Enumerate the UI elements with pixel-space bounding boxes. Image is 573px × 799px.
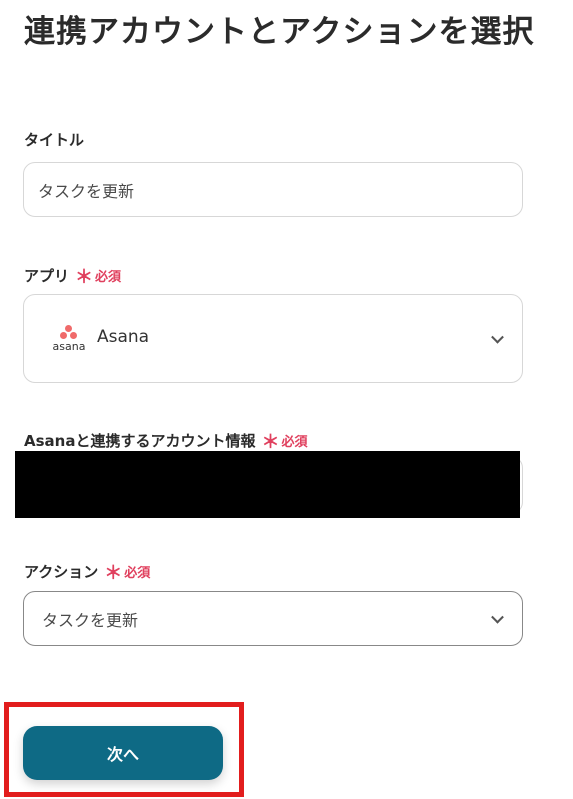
asana-logo-text: asana bbox=[52, 340, 86, 353]
title-input-value: タスクを更新 bbox=[38, 181, 135, 201]
required-star-icon: ＊ bbox=[104, 563, 123, 584]
title-input[interactable]: タスクを更新 bbox=[23, 162, 523, 217]
app-label: アプリ ＊必須 bbox=[24, 261, 122, 288]
app-select-value: Asana bbox=[97, 327, 150, 347]
action-label-text: アクション bbox=[24, 563, 99, 581]
page-title: 連携アカウントとアクションを選択 bbox=[24, 14, 535, 50]
title-label-text: タイトル bbox=[24, 131, 85, 149]
account-label: Asanaと連携するアカウント情報 ＊必須 bbox=[24, 426, 308, 453]
redacted-area bbox=[15, 451, 520, 518]
account-label-text: Asanaと連携するアカウント情報 bbox=[24, 432, 256, 450]
app-select[interactable]: asana Asana bbox=[23, 294, 523, 383]
required-text: 必須 bbox=[95, 270, 122, 285]
chevron-down-icon bbox=[491, 610, 504, 624]
next-button[interactable]: 次へ bbox=[23, 726, 223, 780]
action-label: アクション ＊必須 bbox=[24, 557, 151, 584]
asana-logo-icon: asana bbox=[50, 325, 88, 353]
connect-account-and-action-page: 連携アカウントとアクションを選択 タイトル タスクを更新 アプリ＊必須 asan… bbox=[0, 0, 573, 799]
required-text: 必須 bbox=[281, 435, 308, 450]
required-star-icon: ＊ bbox=[75, 267, 94, 288]
app-label-text: アプリ bbox=[24, 267, 70, 285]
required-text: 必須 bbox=[124, 566, 151, 581]
required-star-icon: ＊ bbox=[261, 432, 280, 453]
action-select-value: タスクを更新 bbox=[42, 610, 139, 630]
title-label: タイトル bbox=[24, 129, 84, 150]
chevron-down-icon bbox=[491, 330, 504, 344]
action-select[interactable]: タスクを更新 bbox=[23, 591, 523, 646]
